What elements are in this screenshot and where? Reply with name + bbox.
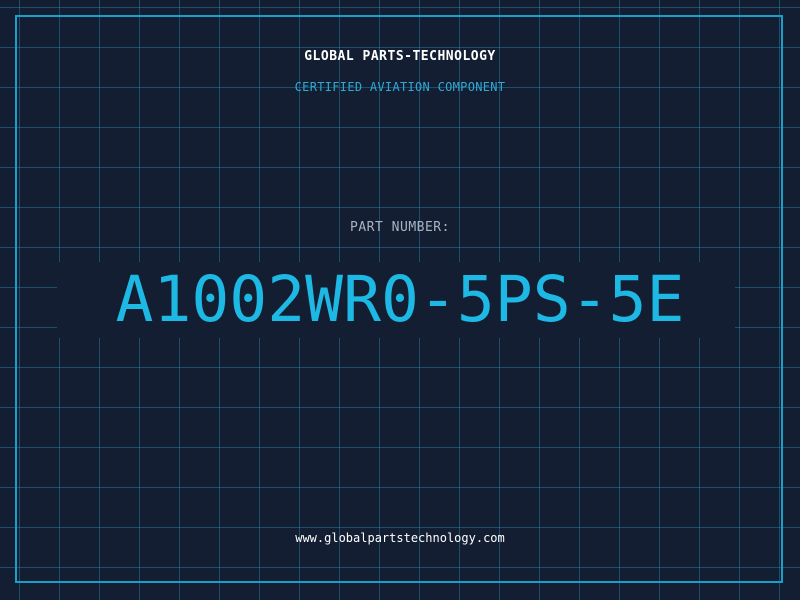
company-name: GLOBAL PARTS-TECHNOLOGY <box>304 49 496 64</box>
tagline: CERTIFIED AVIATION COMPONENT <box>294 80 506 94</box>
part-number-label: PART NUMBER: <box>350 220 450 235</box>
website-url: www.globalpartstechnology.com <box>295 531 505 545</box>
part-number-card: GLOBAL PARTS-TECHNOLOGY CERTIFIED AVIATI… <box>0 0 800 600</box>
part-number-value: A1002WR0-5PS-5E <box>115 263 685 336</box>
